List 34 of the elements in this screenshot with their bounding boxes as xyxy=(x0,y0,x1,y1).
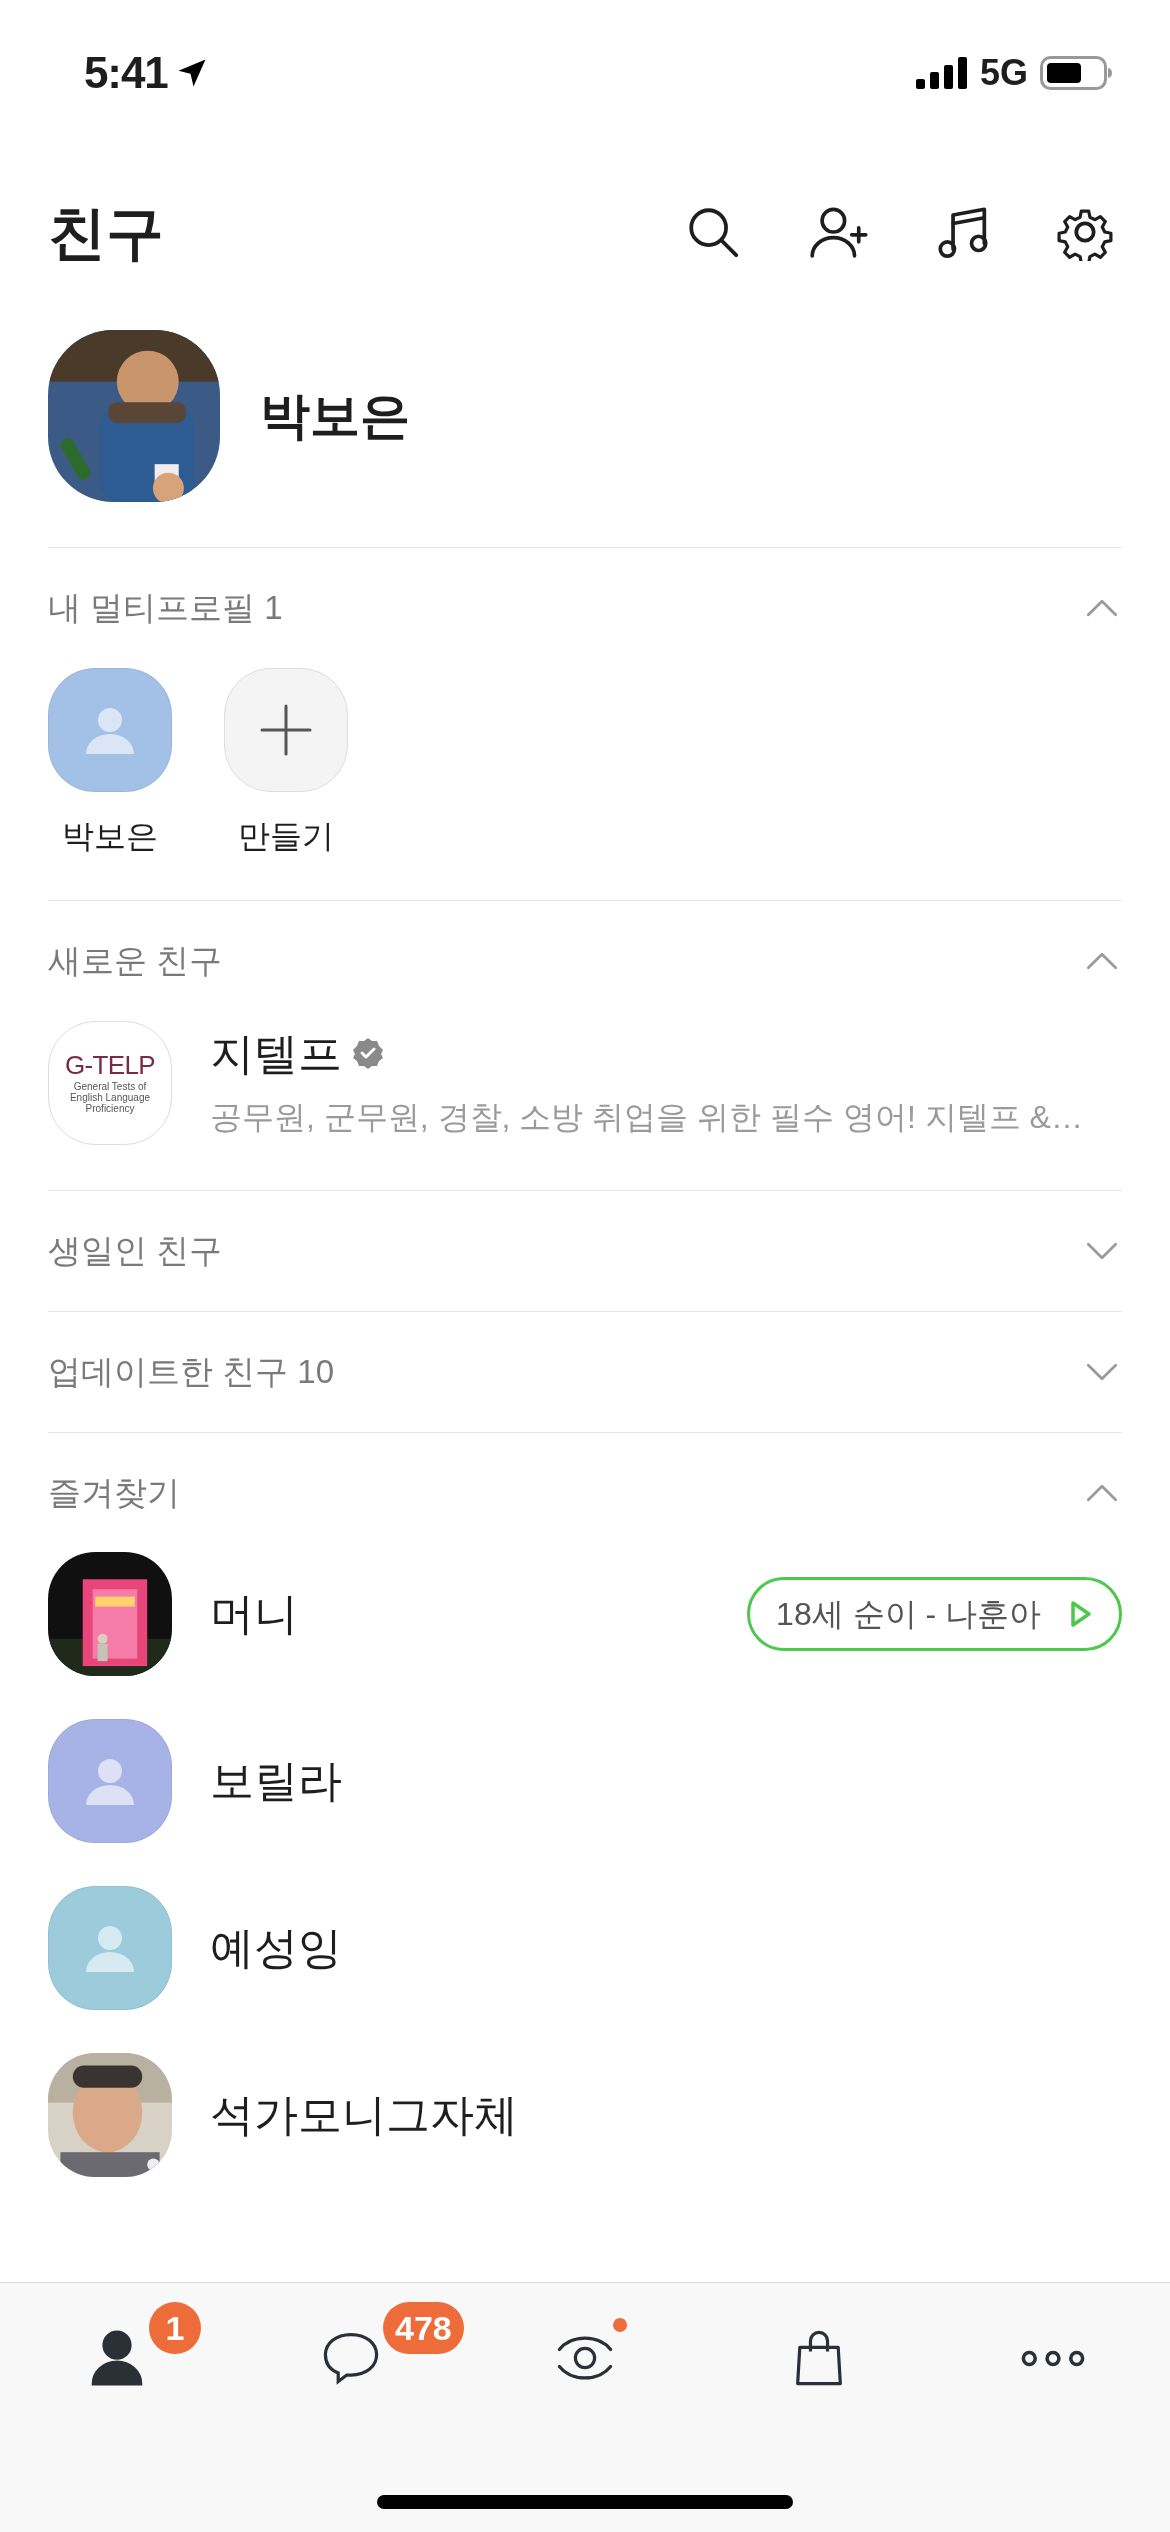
battery-icon xyxy=(1040,55,1112,90)
profile-label: 만들기 xyxy=(238,817,334,856)
network-type: 5G xyxy=(979,50,1028,95)
section-title: 즐겨찾기 xyxy=(48,1473,180,1514)
friend-name[interactable]: 석가모니그자체 xyxy=(210,2082,1122,2148)
profile-label: 박보은 xyxy=(62,817,158,856)
chevron-up-icon[interactable] xyxy=(1086,951,1118,971)
friend-name[interactable]: 지텔프 xyxy=(210,1025,342,1081)
notification-badge: 478 xyxy=(383,2302,464,2354)
logo-tagline: General Tests of English Language Proficiency xyxy=(68,1081,152,1114)
page-title: 친구 xyxy=(48,198,164,267)
channel-logo[interactable]: G-TELP General Tests of English Language Proficiency xyxy=(48,1021,172,1145)
play-icon xyxy=(1069,1599,1093,1629)
more-icon xyxy=(1021,2349,1085,2367)
friend-name[interactable]: 보릴라 xyxy=(210,1748,1122,1814)
music-status-button[interactable]: 18세 순이 - 나훈아 xyxy=(747,1577,1122,1651)
chevron-down-icon[interactable] xyxy=(1086,1241,1118,1261)
signal-icon xyxy=(915,56,968,89)
plus-icon xyxy=(260,704,312,756)
notification-badge: 1 xyxy=(149,2302,201,2354)
chevron-up-icon[interactable] xyxy=(1086,1483,1118,1503)
section-title: 생일인 친구 xyxy=(48,1231,223,1272)
status-time: 5:41 xyxy=(84,46,168,99)
music-title: 18세 순이 - 나훈아 xyxy=(776,1595,1041,1634)
logo-text: G-TELP xyxy=(65,1052,155,1078)
friend-name[interactable]: 예성잉 xyxy=(210,1915,1122,1981)
section-title: 업데이트한 친구 10 xyxy=(48,1352,335,1393)
chevron-up-icon[interactable] xyxy=(1086,598,1118,618)
friend-name[interactable]: 머니 xyxy=(210,1581,710,1647)
status-message: 공무원, 군무원, 경찰, 소방 취업을 위한 필수 영어! 지텔프 &… xyxy=(210,1097,1083,1137)
chevron-down-icon[interactable] xyxy=(1086,1362,1118,1382)
section-title: 새로운 친구 xyxy=(48,941,223,982)
profile-name[interactable]: 박보은 xyxy=(260,378,410,454)
section-title: 내 멀티프로필 1 xyxy=(48,588,283,629)
